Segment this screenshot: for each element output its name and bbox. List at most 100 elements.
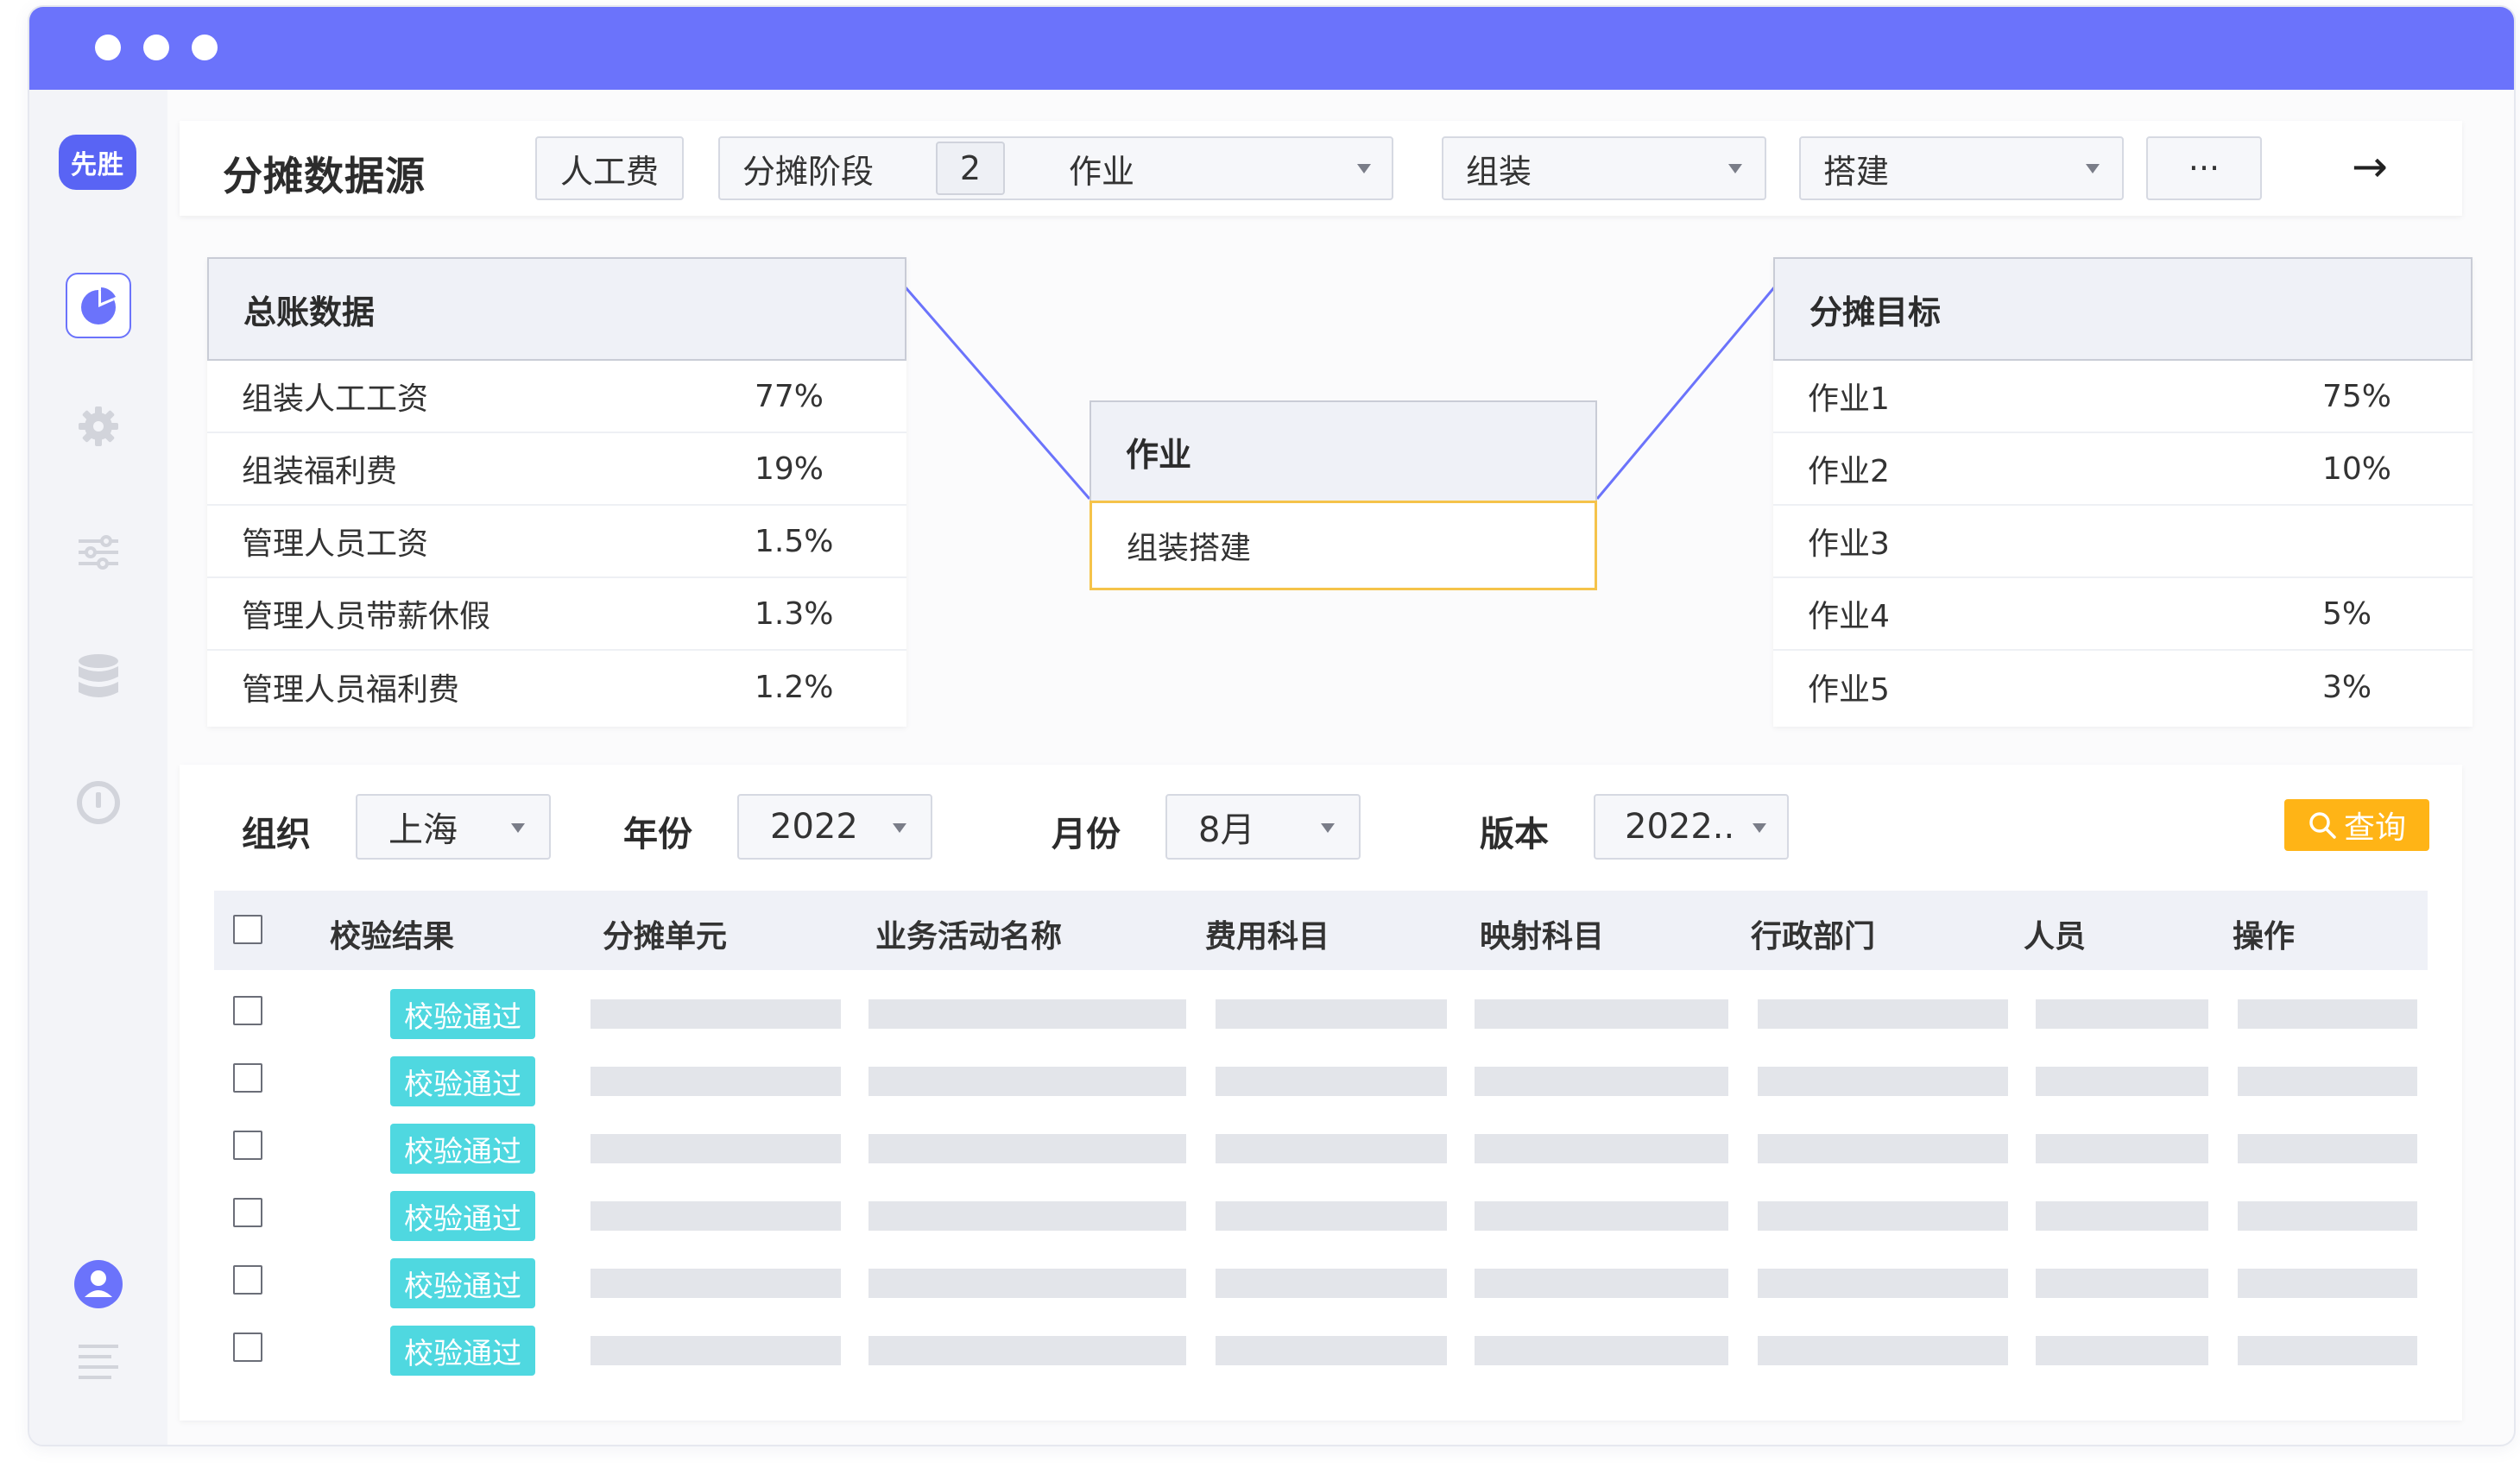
org-select-value: 上海 [388, 810, 458, 850]
table-row[interactable]: 校验通过 [214, 1258, 2428, 1326]
ledger-row-pct: 1.3% [755, 595, 834, 632]
placeholder-cell [868, 1269, 1186, 1298]
placeholder-cell [1758, 999, 2008, 1029]
ledger-row[interactable]: 管理人员福利费 1.2% [207, 651, 906, 723]
version-select[interactable]: 2022.. [1594, 794, 1789, 860]
column-header[interactable]: 行政部门 [1751, 911, 1875, 956]
table-row[interactable]: 校验通过 [214, 989, 2428, 1056]
target-row[interactable]: 作业4 5% [1773, 578, 2473, 651]
placeholder-cell [2238, 1201, 2417, 1231]
search-icon [2309, 812, 2336, 839]
column-header[interactable]: 费用科目 [1205, 911, 1329, 956]
placeholder-cell [1475, 999, 1728, 1029]
target-row-name: 作业1 [1808, 381, 1890, 417]
ledger-row-pct: 19% [755, 450, 824, 487]
table-row[interactable]: 校验通过 [214, 1191, 2428, 1258]
row-checkbox[interactable] [233, 1333, 262, 1362]
column-header[interactable]: 业务活动名称 [875, 911, 1062, 956]
placeholder-cell [591, 1134, 841, 1163]
target-panel-title: 分摊目标 [1773, 257, 2473, 361]
table-row[interactable]: 校验通过 [214, 1326, 2428, 1393]
placeholder-cell [868, 999, 1186, 1029]
target-panel: 分摊目标 作业1 75% 作业2 10% 作业3 作业4 5% 作业5 3% [1773, 257, 2473, 727]
target-row[interactable]: 作业5 3% [1773, 651, 2473, 723]
placeholder-cell [1758, 1269, 2008, 1298]
column-header[interactable]: 操作 [2233, 911, 2295, 956]
org-label: 组织 [242, 815, 311, 854]
row-checkbox[interactable] [233, 996, 262, 1025]
ledger-row-name: 组装福利费 [242, 454, 398, 489]
ledger-row[interactable]: 组装福利费 19% [207, 433, 906, 506]
chevron-down-icon [1753, 823, 1766, 833]
column-header[interactable]: 分摊单元 [603, 911, 727, 956]
placeholder-cell [1216, 1201, 1447, 1231]
month-select[interactable]: 8月 [1165, 794, 1361, 860]
column-header[interactable]: 人员 [2024, 911, 2086, 956]
placeholder-cell [1216, 1067, 1447, 1096]
table-header: 校验结果 分摊单元 业务活动名称 费用科目 映射科目 行政部门 人员 操作 [214, 891, 2428, 970]
status-badge: 校验通过 [390, 1191, 535, 1241]
placeholder-cell [1216, 1269, 1447, 1298]
ledger-row-pct: 77% [755, 378, 824, 414]
column-header[interactable]: 校验结果 [330, 911, 454, 956]
placeholder-cell [868, 1134, 1186, 1163]
status-badge: 校验通过 [390, 1326, 535, 1376]
placeholder-cell [1758, 1134, 2008, 1163]
ledger-panel: 总账数据 组装人工工资 77% 组装福利费 19% 管理人员工资 1.5% 管理… [207, 257, 906, 727]
version-label: 版本 [1480, 815, 1549, 854]
placeholder-cell [868, 1067, 1186, 1096]
placeholder-cell [1758, 1067, 2008, 1096]
placeholder-cell [868, 1201, 1186, 1231]
activity-node-value[interactable]: 组装搭建 [1089, 501, 1597, 590]
target-row-name: 作业5 [1808, 672, 1890, 708]
status-badge: 校验通过 [390, 989, 535, 1039]
query-button[interactable]: 查询 [2284, 799, 2429, 851]
target-row-pct: 10% [2322, 450, 2392, 487]
status-badge: 校验通过 [390, 1258, 535, 1308]
ledger-row-name: 管理人员福利费 [242, 672, 460, 708]
target-row[interactable]: 作业3 [1773, 506, 2473, 578]
placeholder-cell [591, 1269, 841, 1298]
chevron-down-icon [511, 823, 525, 833]
row-checkbox[interactable] [233, 1198, 262, 1227]
activity-node-title: 作业 [1089, 400, 1597, 502]
select-all-checkbox[interactable] [233, 915, 262, 944]
ledger-row-pct: 1.5% [755, 523, 834, 559]
placeholder-cell [2036, 1201, 2208, 1231]
month-select-value: 8月 [1198, 810, 1255, 850]
column-header[interactable]: 映射科目 [1480, 911, 1604, 956]
ledger-row-name: 管理人员工资 [242, 526, 429, 562]
placeholder-cell [1475, 1067, 1728, 1096]
target-row[interactable]: 作业2 10% [1773, 433, 2473, 506]
validation-section: 组织 上海 年份 2022 月份 8月 版本 2022.. 查询 校验结果 分摊… [180, 765, 2462, 1421]
placeholder-cell [2238, 1269, 2417, 1298]
placeholder-cell [591, 1336, 841, 1365]
status-badge: 校验通过 [390, 1124, 535, 1174]
placeholder-cell [2238, 1134, 2417, 1163]
status-badge: 校验通过 [390, 1056, 535, 1106]
placeholder-cell [1758, 1201, 2008, 1231]
org-select[interactable]: 上海 [356, 794, 551, 860]
placeholder-cell [2036, 1067, 2208, 1096]
ledger-row[interactable]: 组装人工工资 77% [207, 361, 906, 433]
row-checkbox[interactable] [233, 1063, 262, 1093]
month-label: 月份 [1052, 815, 1121, 854]
target-row-pct: 3% [2322, 669, 2372, 705]
placeholder-cell [2036, 1336, 2208, 1365]
target-row-name: 作业3 [1808, 526, 1890, 562]
placeholder-cell [1475, 1201, 1728, 1231]
placeholder-cell [868, 1336, 1186, 1365]
target-row[interactable]: 作业1 75% [1773, 361, 2473, 433]
ledger-row[interactable]: 管理人员工资 1.5% [207, 506, 906, 578]
placeholder-cell [2238, 1067, 2417, 1096]
table-row[interactable]: 校验通过 [214, 1056, 2428, 1124]
table-row[interactable]: 校验通过 [214, 1124, 2428, 1191]
placeholder-cell [591, 999, 841, 1029]
ledger-row[interactable]: 管理人员带薪休假 1.3% [207, 578, 906, 651]
year-select[interactable]: 2022 [737, 794, 932, 860]
row-checkbox[interactable] [233, 1131, 262, 1160]
placeholder-cell [1758, 1336, 2008, 1365]
target-row-pct: 75% [2322, 378, 2392, 414]
row-checkbox[interactable] [233, 1265, 262, 1295]
placeholder-cell [2238, 999, 2417, 1029]
